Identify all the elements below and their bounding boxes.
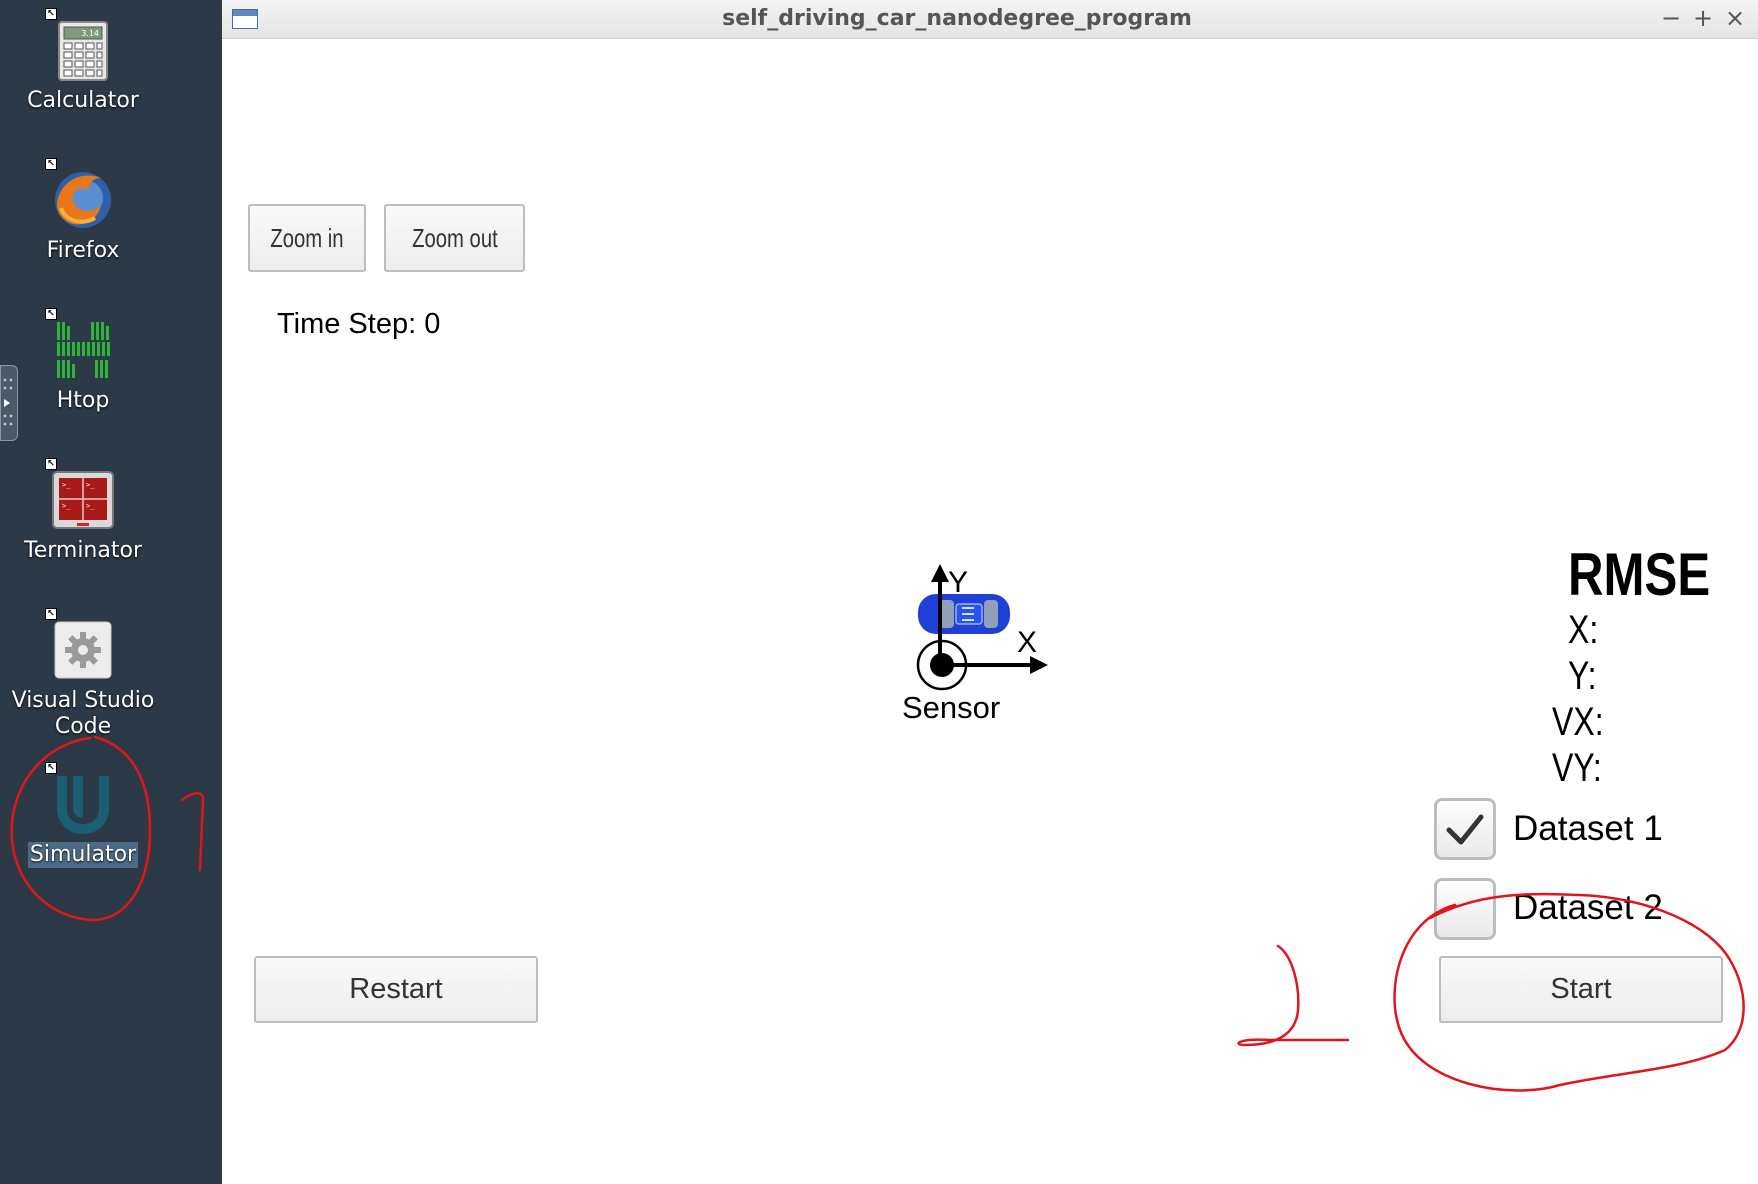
zoom-in-label: Zoom in bbox=[270, 222, 344, 253]
close-button[interactable]: × bbox=[1722, 4, 1748, 32]
checkmark-icon bbox=[1446, 814, 1484, 845]
desktop-icon-label: Visual Studio Code bbox=[11, 688, 155, 739]
time-step-label: Time Step: 0 bbox=[277, 308, 441, 340]
svg-text:>_: >_ bbox=[62, 502, 71, 510]
zoom-out-button[interactable]: Zoom out bbox=[384, 204, 525, 272]
svg-text:>_: >_ bbox=[86, 481, 95, 489]
gear-icon: ↖ bbox=[45, 608, 115, 682]
rmse-vx-label: VX: bbox=[1552, 700, 1604, 744]
udacity-u-icon: ↖ bbox=[45, 762, 115, 836]
desktop-icon-terminator[interactable]: ↖ >_ >_ >_ >_ Terminator bbox=[0, 458, 166, 564]
restart-button[interactable]: Restart bbox=[254, 956, 538, 1023]
desktop-icon-label: Calculator bbox=[27, 88, 139, 113]
desktop-icon-label: Htop bbox=[56, 388, 110, 413]
calculator-badge: 3.14 bbox=[81, 29, 99, 38]
zoom-in-button[interactable]: Zoom in bbox=[248, 204, 366, 272]
svg-text:>_: >_ bbox=[86, 502, 95, 510]
shortcut-arrow-icon: ↖ bbox=[45, 608, 57, 620]
desktop-icon-label: Simulator bbox=[27, 842, 139, 868]
sensor-dot bbox=[930, 653, 954, 677]
htop-icon: ↖ bbox=[45, 308, 115, 382]
window-titlebar[interactable]: self_driving_car_nanodegree_program − + … bbox=[222, 0, 1758, 39]
window-title: self_driving_car_nanodegree_program bbox=[722, 6, 1192, 31]
svg-text:>_: >_ bbox=[62, 481, 71, 489]
axis-x-label: X bbox=[1017, 626, 1037, 659]
shortcut-arrow-icon: ↖ bbox=[45, 158, 57, 170]
simulator-window: self_driving_car_nanodegree_program − + … bbox=[222, 0, 1758, 1184]
dataset-1-checkbox[interactable] bbox=[1434, 798, 1496, 860]
calculator-icon: ↖ 3.14 bbox=[45, 8, 115, 82]
rmse-title: RMSE bbox=[1568, 541, 1711, 608]
minimize-button[interactable]: − bbox=[1658, 4, 1684, 32]
start-button[interactable]: Start bbox=[1439, 956, 1723, 1023]
sensor-label: Sensor bbox=[902, 690, 1001, 725]
shortcut-arrow-icon: ↖ bbox=[45, 458, 57, 470]
desktop-sidebar: ↖ 3.14 Calculator ↖ Firefox ↖ Htop ↖ >_ … bbox=[0, 0, 222, 1184]
y-axis-arrow-icon bbox=[931, 564, 949, 582]
dataset-2-label[interactable]: Dataset 2 bbox=[1513, 888, 1663, 928]
shortcut-arrow-icon: ↖ bbox=[45, 762, 57, 774]
desktop-icon-calculator[interactable]: ↖ 3.14 Calculator bbox=[0, 8, 166, 114]
car-icon bbox=[918, 594, 1010, 634]
dataset-1-label[interactable]: Dataset 1 bbox=[1513, 809, 1663, 849]
desktop-icon-label: Terminator bbox=[24, 538, 142, 563]
dock-handle[interactable] bbox=[0, 365, 18, 441]
desktop-icon-htop[interactable]: ↖ Htop bbox=[0, 308, 166, 414]
desktop-icon-vscode[interactable]: ↖ Visual Studio Code bbox=[0, 608, 166, 740]
desktop-icon-label: Firefox bbox=[46, 238, 120, 263]
axis-y-label: Y bbox=[948, 566, 968, 599]
dataset-2-checkbox[interactable] bbox=[1434, 878, 1496, 940]
shortcut-arrow-icon: ↖ bbox=[45, 8, 57, 20]
terminator-icon: ↖ >_ >_ >_ >_ bbox=[45, 458, 115, 532]
rmse-vy-label: VY: bbox=[1552, 746, 1602, 790]
sensor-scene: Y X bbox=[916, 564, 1048, 691]
rmse-y-label: Y: bbox=[1568, 654, 1597, 698]
rmse-x-label: X: bbox=[1568, 608, 1599, 652]
shortcut-arrow-icon: ↖ bbox=[45, 308, 57, 320]
desktop-icon-simulator[interactable]: ↖ Simulator bbox=[0, 762, 166, 868]
firefox-icon: ↖ bbox=[45, 158, 115, 232]
maximize-button[interactable]: + bbox=[1690, 4, 1716, 32]
zoom-out-label: Zoom out bbox=[411, 222, 498, 253]
desktop-icon-firefox[interactable]: ↖ Firefox bbox=[0, 158, 166, 264]
